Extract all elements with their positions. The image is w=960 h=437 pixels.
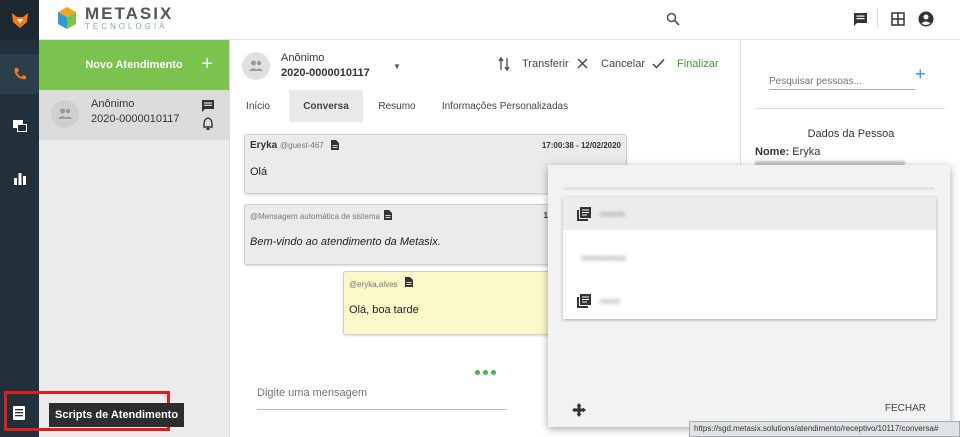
fox-logo-icon[interactable] [0,0,39,40]
status-url: https://sgd.metasix.solutions/atendiment… [689,421,960,437]
message-text: Olá [250,166,268,178]
group-icon [249,60,263,71]
message-header: Eryka @guest-467 [250,140,324,151]
close-icon [577,58,588,72]
document-icon[interactable] [384,210,392,223]
scripts-list: nnnnn nnnnnnnnn nnnn [563,197,936,319]
message-bubble: @eryka.alves Olá, boa tarde [343,271,553,335]
library-books-icon [577,294,591,311]
metasix-cube-icon [58,7,76,29]
conversation-id: 2020-0000010117 [281,67,370,79]
message-text: Olá, boa tarde [349,304,419,316]
attendance-list-panel: Novo Atendimento + Anônimo 2020-00000101… [39,40,230,437]
tab-resumo[interactable]: Resumo [371,90,423,122]
add-person-icon[interactable]: + [915,64,926,85]
message-input[interactable] [257,380,507,410]
modal-header-bar [564,187,934,190]
list-item[interactable]: Anônimo 2020-0000010117 [39,90,229,140]
search-people-input[interactable] [769,74,915,90]
person-name-label: Nome: [755,146,790,158]
transfer-icon [498,56,510,74]
library-books-icon [577,207,591,224]
document-icon[interactable] [405,277,413,290]
cancel-button[interactable]: Cancelar [601,58,645,70]
person-section-title: Dados da Pessoa [807,128,895,140]
message-author: Eryka [250,140,278,151]
avatar [51,100,79,128]
account-icon[interactable] [915,8,937,30]
message-time: 17:00:38 - 12/02/2020 [541,141,621,150]
tab-informacoes[interactable]: Informações Personalizadas [439,90,571,122]
grid-icon[interactable] [887,8,909,30]
plus-icon: + [201,53,213,75]
move-icon[interactable] [572,403,586,420]
bell-icon[interactable] [202,117,214,134]
person-name: Nome: Eryka [755,146,820,158]
list-item[interactable]: nnnn [563,284,936,317]
check-icon [652,58,665,72]
message-text: Bem-vindo ao atendimento da Metasix. [250,236,441,248]
conversation-tabs: Início Conversa Resumo Informações Perso… [230,90,740,122]
brand-logo: METASIX TECNOLOGIA [55,5,173,31]
transfer-button[interactable]: Transferir [522,58,569,70]
brand-subtitle: TECNOLOGIA [85,22,168,31]
scripts-tooltip: Scripts de Atendimento [49,403,185,427]
avatar [242,52,270,80]
message-handle: @eryka.alves [349,280,398,289]
scripts-modal: nnnnn nnnnnnnnn nnnn FECHAR [548,165,950,427]
top-bar: METASIX TECNOLOGIA [39,0,960,40]
contact-id: 2020-0000010117 [91,113,180,125]
message-handle: @Mensagem automática de sistema [250,212,380,221]
script-label: nnnnnnnnn [581,252,627,263]
divider [755,108,945,109]
new-attendance-button[interactable]: Novo Atendimento + [39,40,229,90]
left-rail [0,0,39,437]
list-item[interactable]: nnnnn [563,197,936,230]
document-icon[interactable] [331,140,339,153]
close-button[interactable]: FECHAR [885,403,926,414]
chat-icon[interactable] [201,99,215,116]
message-icon[interactable] [849,8,871,30]
search-icon[interactable] [662,8,684,30]
script-list-icon[interactable] [13,406,25,423]
contact-name: Anônimo [91,98,135,110]
new-attendance-label: Novo Atendimento [85,59,183,71]
divider [877,8,878,28]
message-bubble: @Mensagem automática de sistema 1 Bem-vi… [244,204,554,265]
script-label: nnnnn [600,208,626,219]
conversation-name: Anônimo [281,52,325,64]
script-label: nnnn [600,295,621,306]
brand-name: METASIX [85,4,174,23]
group-icon [58,108,72,119]
bar-chart-icon[interactable] [0,158,39,198]
phone-icon[interactable] [0,54,39,94]
finish-button[interactable]: Finalizar [677,58,719,70]
tab-inicio[interactable]: Início [235,90,281,122]
person-name-value: Eryka [792,146,821,158]
typing-indicator [475,370,496,375]
list-item[interactable]: nnnnnnnnn [563,241,936,274]
message-handle: @guest-467 [280,141,324,150]
chat-icon[interactable] [0,106,39,146]
tab-conversa[interactable]: Conversa [289,90,363,122]
chevron-down-icon[interactable]: ▼ [393,62,401,71]
